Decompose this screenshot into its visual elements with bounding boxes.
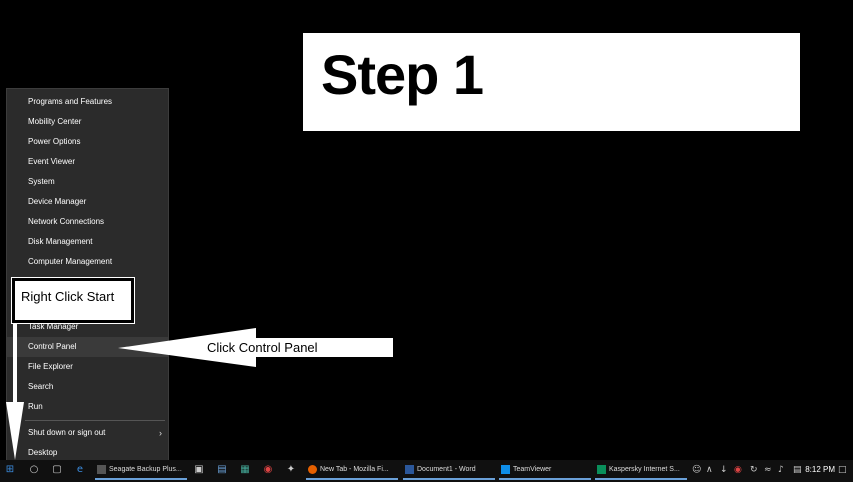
teamviewer-icon (501, 465, 510, 474)
edge-browser-icon[interactable]: e (74, 464, 86, 476)
firefox-icon (308, 465, 317, 474)
usb-icon[interactable]: ↓ (720, 464, 728, 476)
taskbar-app-label: TeamViewer (513, 466, 552, 473)
taskbar-app-seagate[interactable]: Seagate Backup Plus... (95, 460, 187, 480)
arrow-head-to-start (6, 402, 24, 460)
chrome-icon[interactable]: ◉ (262, 464, 274, 476)
wifi-icon[interactable]: ≈ (764, 464, 772, 476)
pin-icon[interactable]: ✦ (285, 464, 297, 476)
kaspersky-icon (597, 465, 606, 474)
chevron-up-icon[interactable]: ∧ (706, 464, 713, 476)
taskbar: ⊞ ○ ▢ e Seagate Backup Plus... ▣ ▤ ▦ ◉ ✦… (0, 460, 853, 482)
people-icon[interactable]: ☺ (692, 464, 701, 476)
taskbar-app-label: Kaspersky Internet S... (609, 466, 680, 473)
windows-start-icon[interactable]: ⊞ (4, 464, 16, 476)
word-icon (405, 465, 414, 474)
store-icon[interactable]: ▣ (193, 464, 205, 476)
taskbar-app-kaspersky[interactable]: Kaspersky Internet S... (595, 460, 687, 480)
taskbar-app-teamviewer[interactable]: TeamViewer (499, 460, 591, 480)
task-view-icon[interactable]: ▢ (51, 464, 63, 476)
taskbar-clock[interactable]: 8:12 PM (805, 460, 835, 480)
taskbar-app-label: Document1 - Word (417, 466, 476, 473)
sync-icon[interactable]: ↻ (750, 464, 758, 476)
volume-icon[interactable]: ♪ (778, 464, 784, 476)
notifications-icon[interactable]: ▤ (793, 464, 802, 476)
action-center-icon[interactable]: □ (838, 464, 847, 476)
annotation-arrows (6, 323, 393, 460)
chrome-tray-icon[interactable]: ◉ (734, 464, 742, 476)
taskbar-app-label: New Tab - Mozilla Fi... (320, 466, 389, 473)
search-circle-icon[interactable]: ○ (28, 464, 40, 476)
taskbar-app-word[interactable]: Document1 - Word (403, 460, 495, 480)
folder-icon (97, 465, 106, 474)
photos-icon[interactable]: ▤ (216, 464, 228, 476)
taskbar-app-firefox[interactable]: New Tab - Mozilla Fi... (306, 460, 398, 480)
click-control-panel-label: Click Control Panel (207, 340, 318, 355)
taskbar-app-label: Seagate Backup Plus... (109, 466, 182, 473)
app-icon[interactable]: ▦ (239, 464, 251, 476)
